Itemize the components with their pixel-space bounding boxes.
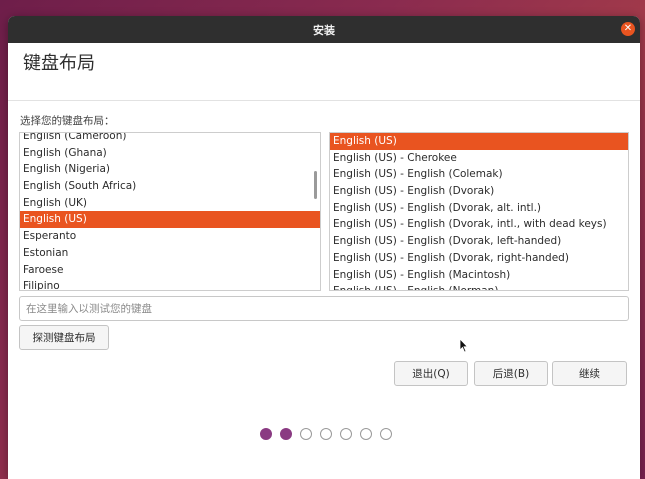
layout-list-scrollbar[interactable] <box>314 171 317 199</box>
layout-list-item[interactable]: Esperanto <box>20 228 320 245</box>
continue-button[interactable]: 继续 <box>552 361 627 386</box>
variant-list-item[interactable]: English (US) - English (Dvorak, right-ha… <box>330 250 628 267</box>
layout-list-item[interactable]: Estonian <box>20 245 320 262</box>
variant-list-item[interactable]: English (US) - Cherokee <box>330 150 628 167</box>
progress-dot <box>380 428 392 440</box>
layout-list-item[interactable]: English (South Africa) <box>20 178 320 195</box>
back-button[interactable]: 后退(B) <box>474 361 548 386</box>
window-title: 安装 <box>313 23 335 37</box>
variant-list-item[interactable]: English (US) - English (Dvorak, alt. int… <box>330 200 628 217</box>
mouse-pointer-icon <box>459 338 469 353</box>
variant-list-item[interactable]: English (US) - English (Dvorak, intl., w… <box>330 216 628 233</box>
layout-rows: English (Cameroon) English (Ghana) English… <box>20 133 320 290</box>
variant-list-item[interactable]: English (US) - English (Dvorak, left-han… <box>330 233 628 250</box>
watermark: CSDN @lei_jin2001 <box>538 462 625 472</box>
keyboard-variant-list[interactable]: English (US) English (US) - Cherokee Engli… <box>329 132 629 291</box>
quit-button[interactable]: 退出(Q) <box>394 361 468 386</box>
layout-list-item[interactable]: Faroese <box>20 262 320 279</box>
progress-dot <box>360 428 372 440</box>
layout-list-item[interactable]: Filipino <box>20 278 320 290</box>
progress-dot <box>320 428 332 440</box>
page-header <box>8 43 640 101</box>
progress-dot <box>300 428 312 440</box>
progress-dot <box>260 428 272 440</box>
page-title: 键盘布局 <box>23 53 95 74</box>
installer-window: 安装 ✕ 键盘布局 选择您的键盘布局： English (Cameroon) En… <box>8 16 640 479</box>
title-bar: 安装 ✕ <box>8 16 640 43</box>
variant-rows: English (US) English (US) - Cherokee Engli… <box>330 133 628 290</box>
progress-dot <box>280 428 292 440</box>
close-icon[interactable]: ✕ <box>621 22 635 36</box>
progress-dots <box>260 428 392 440</box>
layout-list-item[interactable]: English (Nigeria) <box>20 161 320 178</box>
layout-list-item[interactable]: English (UK) <box>20 195 320 212</box>
layout-list-label: 选择您的键盘布局： <box>20 115 115 127</box>
layout-list-item[interactable]: English (Cameroon) <box>20 133 320 145</box>
keyboard-layout-list[interactable]: English (Cameroon) English (Ghana) English… <box>19 132 321 291</box>
variant-list-item[interactable]: English (US) <box>330 133 628 150</box>
variant-list-item[interactable]: English (US) - English (Norman) <box>330 283 628 290</box>
keyboard-test-input[interactable] <box>19 296 629 321</box>
variant-list-item[interactable]: English (US) - English (Macintosh) <box>330 267 628 284</box>
layout-list-item[interactable]: English (US) <box>20 211 320 229</box>
variant-list-item[interactable]: English (US) - English (Dvorak) <box>330 183 628 200</box>
layout-list-item[interactable]: English (Ghana) <box>20 145 320 162</box>
detect-layout-button[interactable]: 探测键盘布局 <box>19 325 109 350</box>
progress-dot <box>340 428 352 440</box>
variant-list-item[interactable]: English (US) - English (Colemak) <box>330 166 628 183</box>
